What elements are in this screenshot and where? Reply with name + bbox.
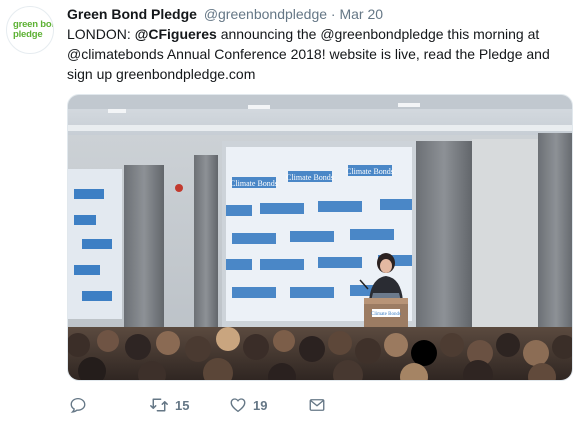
- like-count: 19: [253, 397, 268, 413]
- green-bond-pledge-logo: green bond pledge: [13, 20, 53, 39]
- retweet-button[interactable]: 15: [149, 395, 189, 415]
- tweet-actions: 15 19: [67, 395, 467, 415]
- retweet-icon: [150, 398, 168, 412]
- retweet-count: 15: [175, 397, 190, 413]
- slide-logo-text: Climate Bonds: [346, 167, 394, 176]
- slide-logo-text: Climate Bonds: [230, 179, 278, 188]
- direct-message-icon: [309, 399, 325, 411]
- tweet-header: Green Bond Pledge @greenbondpledge · Mar…: [67, 5, 383, 23]
- reply-button[interactable]: [69, 395, 87, 415]
- author-handle[interactable]: @greenbondpledge: [204, 6, 327, 22]
- tweet-photo[interactable]: Climate Bonds Climate Bonds Climate Bond…: [67, 94, 573, 381]
- conference-photo: Climate Bonds Climate Bonds Climate Bond…: [68, 95, 572, 380]
- tweet-text-intro: LONDON:: [67, 26, 135, 42]
- direct-message-button[interactable]: [308, 395, 326, 415]
- separator-dot: ·: [330, 6, 336, 22]
- tweet-text: LONDON: @CFigueres announcing the @green…: [67, 24, 572, 84]
- author-name[interactable]: Green Bond Pledge: [67, 6, 197, 22]
- like-button[interactable]: 19: [229, 395, 267, 415]
- logo-line-2: pledge: [13, 28, 43, 40]
- tweet[interactable]: green bond pledge Green Bond Pledge @gre…: [0, 0, 580, 422]
- slide-logo-text: Climate Bonds: [286, 173, 334, 182]
- avatar[interactable]: green bond pledge: [6, 6, 54, 54]
- tweet-timestamp[interactable]: Mar 20: [339, 6, 383, 22]
- heart-icon: [230, 398, 246, 413]
- mention-cfigueres[interactable]: @CFigueres: [135, 26, 217, 42]
- podium-sign-text: Climate Bonds: [371, 312, 401, 317]
- reply-icon: [70, 397, 86, 413]
